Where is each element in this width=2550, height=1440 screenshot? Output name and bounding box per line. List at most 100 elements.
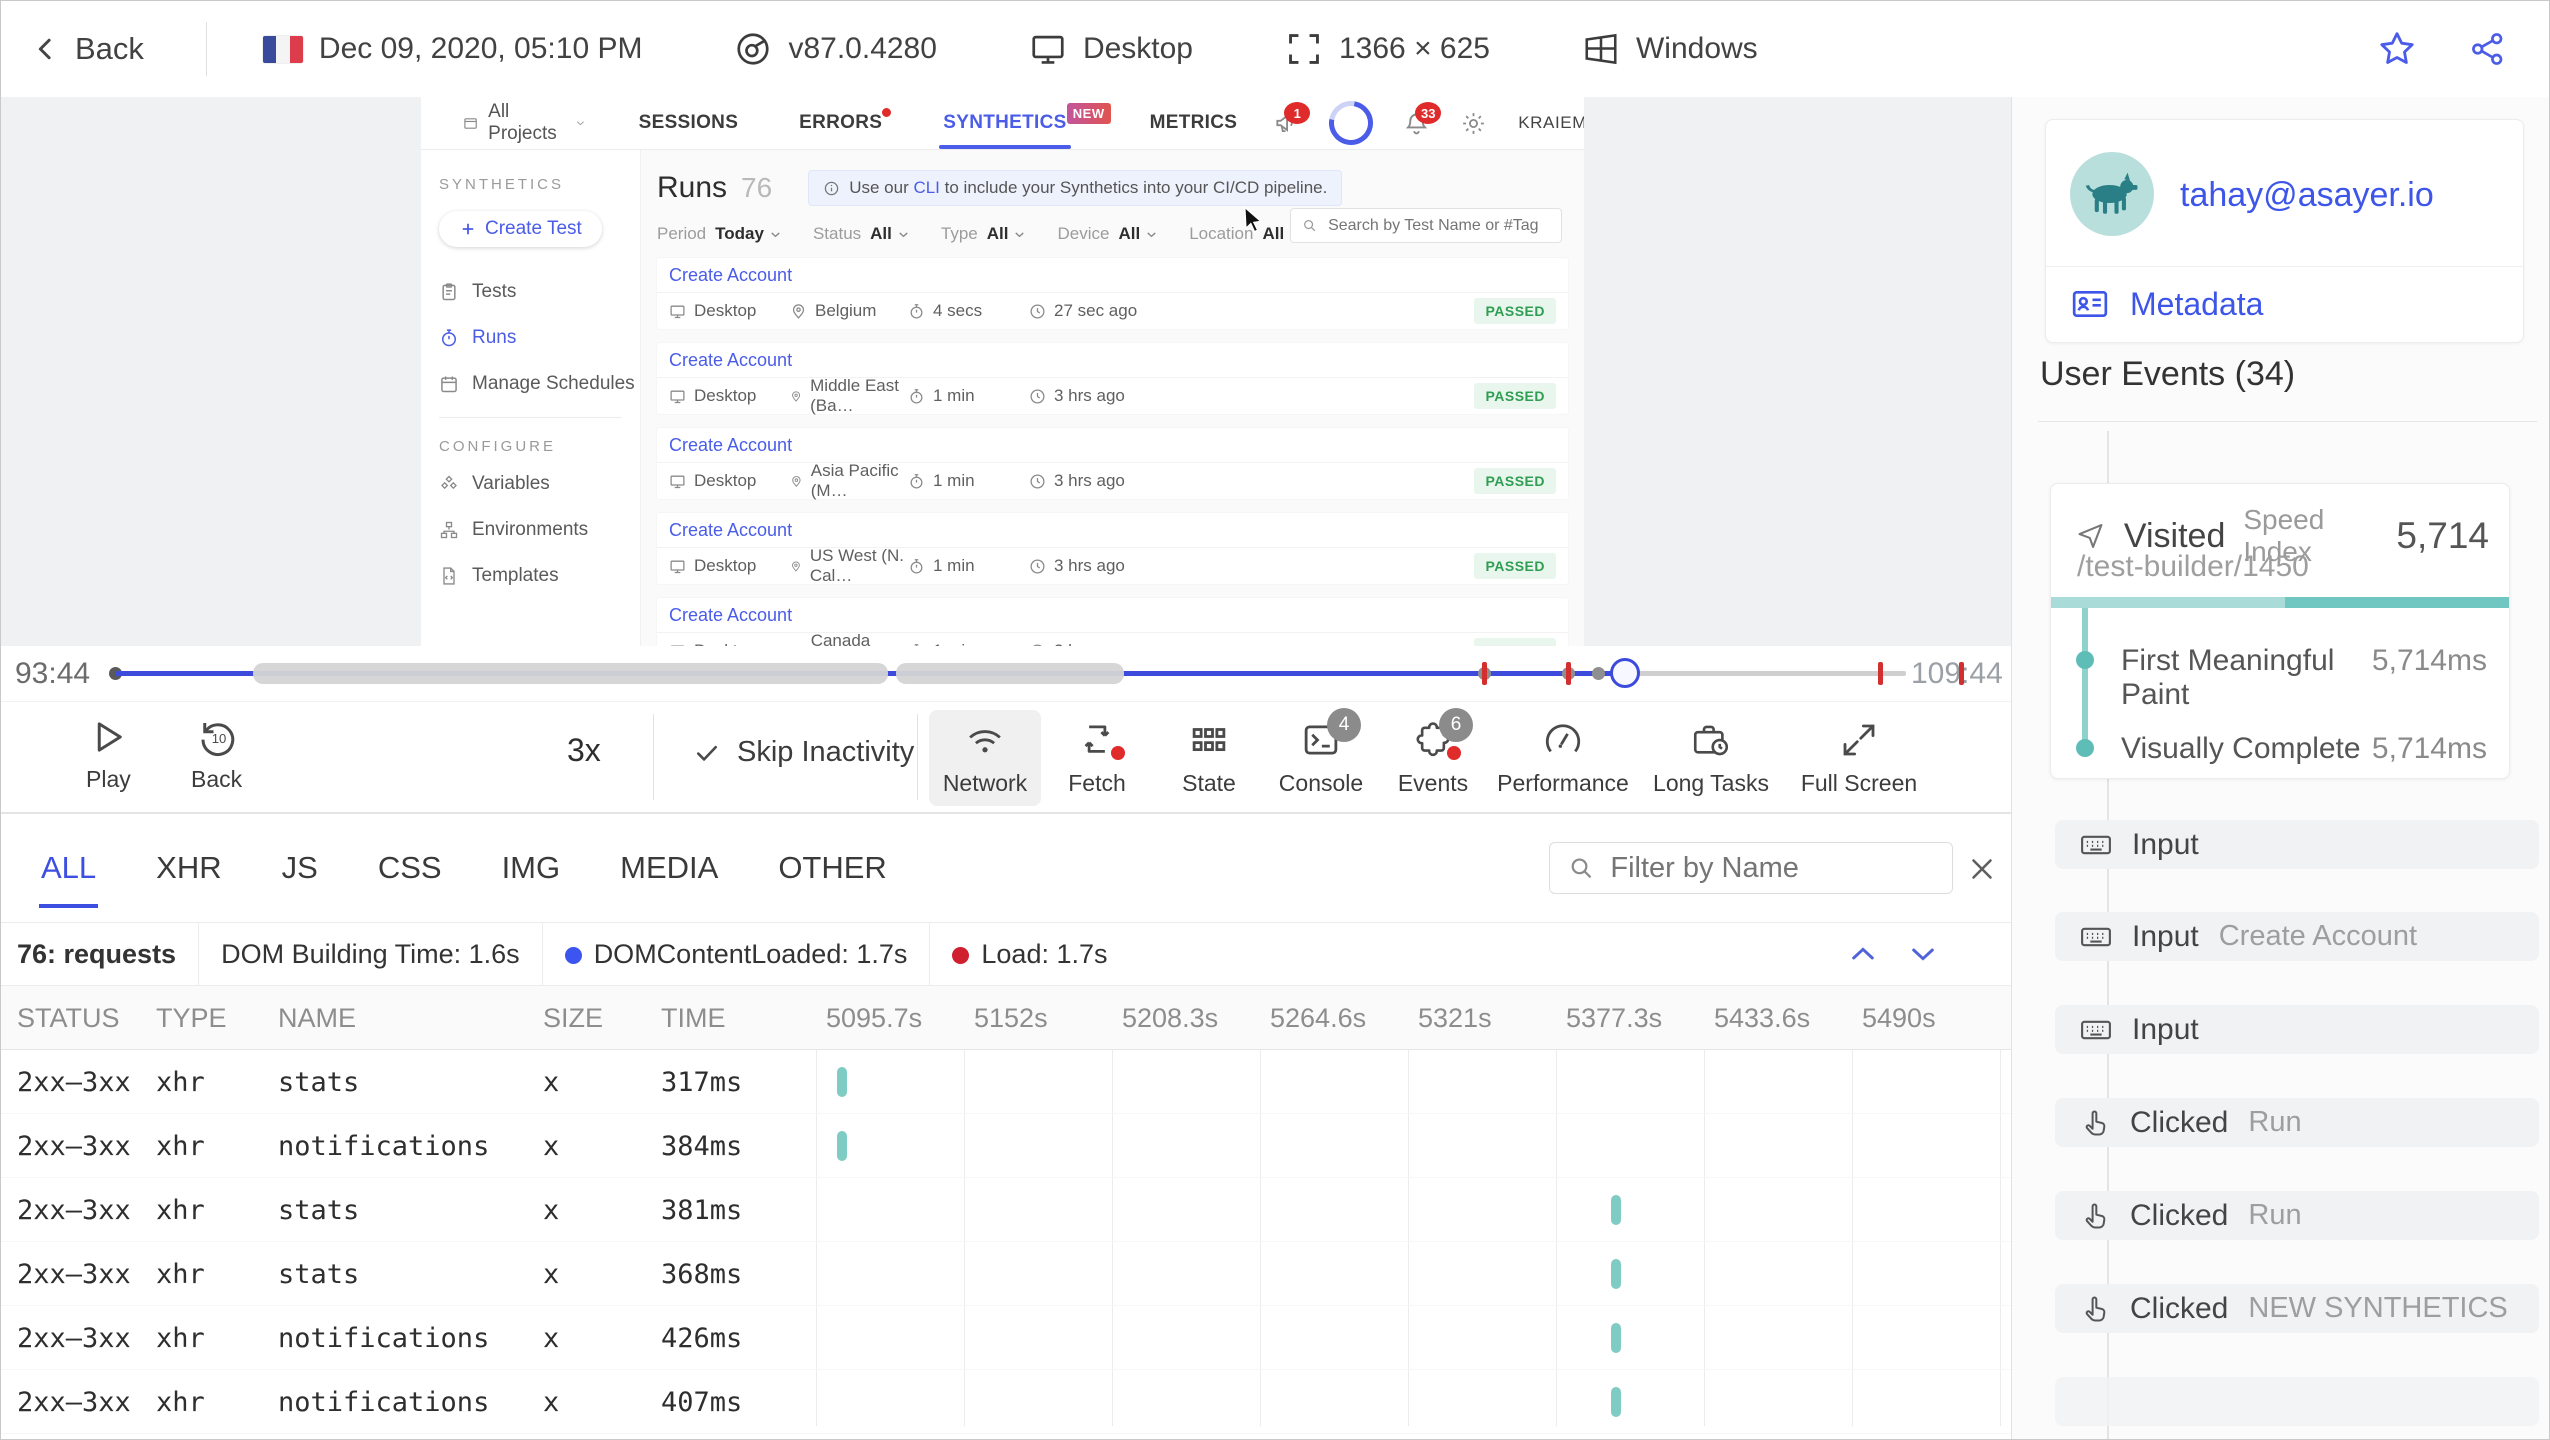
metadata-button[interactable]: Metadata (2070, 284, 2263, 324)
gear-icon (1463, 112, 1485, 134)
playhead-handle[interactable] (1610, 658, 1640, 688)
user-menu[interactable]: KRAIEM (1502, 113, 1584, 133)
run-test-name-link[interactable]: Create Account (657, 598, 1568, 633)
play-button[interactable]: Play (86, 716, 131, 793)
input-event-card[interactable]: Input (2055, 1005, 2539, 1054)
error-marker[interactable] (1878, 662, 1883, 685)
run-test-name-link[interactable]: Create Account (657, 258, 1568, 293)
sidebar-item-templates[interactable]: Templates (439, 565, 640, 587)
col-status[interactable]: STATUS (17, 1003, 120, 1034)
tab-metrics[interactable]: METRICS (1150, 97, 1238, 149)
clicked-event-card[interactable]: Clicked Run (2055, 1191, 2539, 1240)
dom-building-time: DOM Building Time: 1.6s (221, 938, 520, 969)
network-request-row[interactable]: 2xx–3xx xhr notifications x 426ms (1, 1306, 2011, 1370)
navigate-icon (2078, 524, 2103, 548)
network-tab-xhr[interactable]: XHR (156, 814, 221, 922)
create-test-button[interactable]: Create Test (439, 211, 602, 247)
full-screen-button[interactable]: Full Screen (1785, 710, 1933, 806)
test-search-input[interactable] (1326, 215, 1550, 236)
user-email-link[interactable]: tahay@asayer.io (2180, 176, 2434, 215)
favorite-star-icon[interactable] (2377, 29, 2417, 69)
filter-type[interactable]: Type All (941, 224, 1028, 244)
filter-period[interactable]: Period Today (657, 224, 783, 244)
run-test-name-link[interactable]: Create Account (657, 513, 1568, 548)
run-test-name-link[interactable]: Create Account (657, 343, 1568, 378)
back-button[interactable]: Back (31, 31, 144, 67)
close-panel-icon[interactable] (1965, 852, 1999, 886)
share-icon[interactable] (2469, 30, 2507, 68)
run-row: Create Account Desktop US West (N. Cal… … (657, 513, 1568, 585)
input-event-card[interactable]: Input (2055, 820, 2539, 869)
skip-inactivity-toggle[interactable]: Skip Inactivity (693, 736, 914, 769)
clicked-event-card[interactable]: Clicked NEW SYNTHETICS (2055, 1284, 2539, 1333)
event-value: NEW SYNTHETICS (2248, 1292, 2508, 1324)
network-request-row[interactable]: 2xx–3xx xhr notifications x 407ms (1, 1370, 2011, 1434)
col-time[interactable]: TIME (661, 1003, 726, 1034)
sidebar-item-environments-label: Environments (472, 519, 589, 540)
network-tab-other[interactable]: OTHER (778, 814, 887, 922)
network-request-row[interactable]: 2xx–3xx xhr stats x 381ms (1, 1178, 2011, 1242)
sidebar-item-runs[interactable]: Runs (439, 327, 640, 349)
events-panel-button[interactable]: 6 Events (1377, 708, 1489, 806)
col-name[interactable]: NAME (278, 1003, 356, 1034)
network-request-row[interactable]: 2xx–3xx xhr notifications x 384ms (1, 1114, 2011, 1178)
col-type[interactable]: TYPE (156, 1003, 227, 1034)
sidebar-item-variables[interactable]: Variables (439, 473, 640, 495)
back-10-button[interactable]: 10 Back (191, 716, 242, 793)
network-tab-css[interactable]: CSS (378, 814, 442, 922)
visited-url[interactable]: /test-builder/1450 (2077, 550, 2309, 584)
tab-errors[interactable]: ERRORS (799, 97, 892, 149)
project-selector[interactable]: All Projects (445, 101, 605, 145)
error-marker[interactable] (1959, 662, 1964, 685)
error-marker[interactable] (1482, 662, 1487, 685)
settings-button[interactable] (1445, 97, 1502, 149)
filter-device[interactable]: Device All (1057, 224, 1159, 244)
waterfall-bar (1611, 1387, 1621, 1417)
network-panel-button[interactable]: Network (929, 710, 1041, 806)
vc-label: Visually Complete (2121, 732, 2361, 765)
network-tab-img[interactable]: IMG (502, 814, 561, 922)
speed-toggle[interactable]: 3x (567, 732, 601, 769)
next-event-card-partial[interactable] (2055, 1377, 2539, 1426)
network-tab-media[interactable]: MEDIA (620, 814, 718, 922)
tab-synthetics[interactable]: SYNTHETICS NEW (939, 97, 1111, 149)
events-label: Events (1397, 770, 1469, 796)
tab-sessions[interactable]: SESSIONS (639, 97, 739, 149)
network-request-row[interactable]: 2xx–3xx xhr stats x 317ms (1, 1050, 2011, 1114)
sidebar-item-environments[interactable]: Environments (439, 519, 640, 541)
clicked-event-card[interactable]: Clicked Run (2055, 1098, 2539, 1147)
run-test-name-link[interactable]: Create Account (657, 428, 1568, 463)
player-timeline[interactable]: 93:44 109:44 (1, 646, 2011, 701)
performance-panel-button[interactable]: Performance (1489, 710, 1637, 806)
browser-version-label: v87.0.4280 (788, 32, 937, 65)
network-request-row[interactable]: 2xx–3xx xhr stats x 368ms (1, 1242, 2011, 1306)
notifications-button[interactable]: 33 (1388, 97, 1445, 149)
network-tab-js[interactable]: JS (282, 814, 318, 922)
error-marker[interactable] (1566, 662, 1571, 685)
jump-down-icon[interactable] (1907, 938, 1939, 970)
monitor-icon (669, 558, 686, 575)
jump-up-icon[interactable] (1847, 938, 1879, 970)
state-panel-button[interactable]: State (1153, 710, 1265, 806)
fetch-panel-button[interactable]: Fetch (1041, 710, 1153, 806)
filter-status[interactable]: Status All (813, 224, 911, 244)
announcements-button[interactable]: 1 (1258, 97, 1314, 149)
waterfall-bar (837, 1067, 847, 1097)
test-search-box[interactable] (1290, 208, 1562, 243)
event-marker-dot[interactable] (1592, 667, 1605, 680)
monitor-icon (669, 303, 686, 320)
network-filter-box[interactable] (1549, 842, 1953, 894)
session-replay-window: Back Dec 09, 2020, 05:10 PM v87.0.4280 D… (0, 0, 2550, 1440)
input-event-card[interactable]: Input Create Account (2055, 912, 2539, 961)
long-tasks-panel-button[interactable]: Long Tasks (1637, 710, 1785, 806)
console-panel-button[interactable]: 4 Console (1265, 708, 1377, 806)
col-size[interactable]: SIZE (543, 1003, 603, 1034)
calendar-icon (441, 376, 457, 393)
sidebar-item-tests[interactable]: Tests (439, 281, 640, 303)
cli-link[interactable]: CLI (913, 178, 939, 197)
network-tab-all[interactable]: ALL (38, 814, 99, 922)
sidebar-item-manage-schedules[interactable]: Manage Schedules (439, 373, 640, 395)
timeline-remaining-track[interactable] (1625, 671, 1906, 676)
network-filter-input[interactable] (1608, 850, 1934, 886)
visited-event-card[interactable]: Visited Speed Index 5,714 /test-builder/… (2050, 483, 2510, 779)
